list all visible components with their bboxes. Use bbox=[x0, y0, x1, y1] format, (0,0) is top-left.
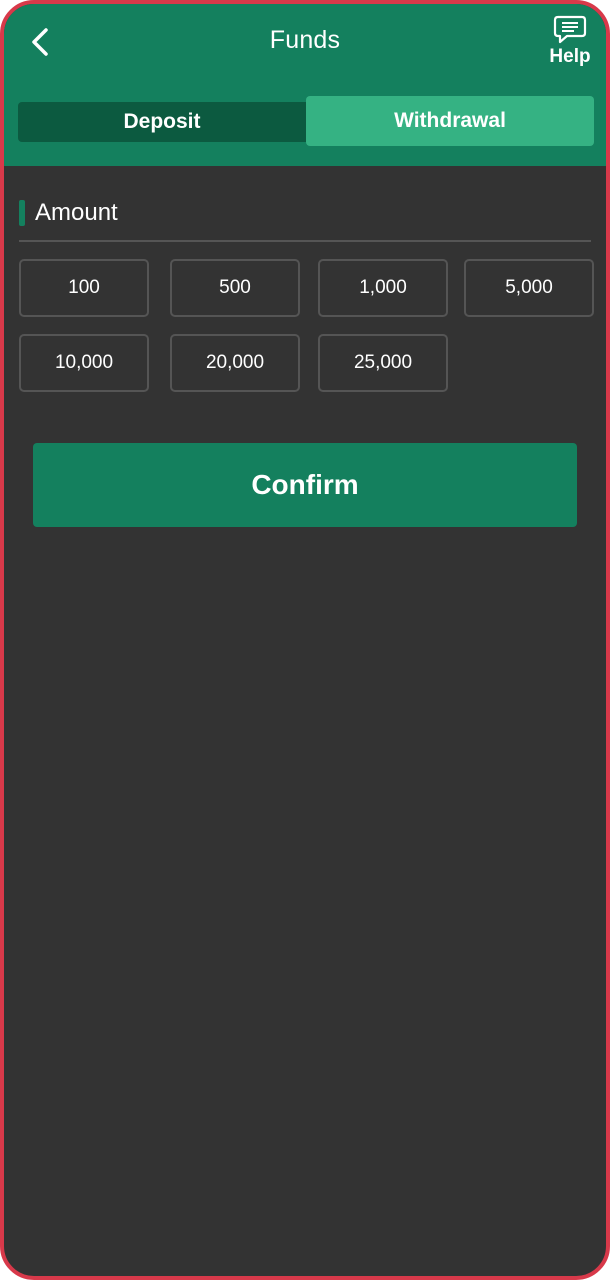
amount-option-value: 10,000 bbox=[54, 352, 114, 373]
confirm-label: Confirm bbox=[251, 469, 359, 500]
amount-option-value: 1,000 bbox=[359, 277, 407, 298]
tab-deposit-label: Deposit bbox=[123, 110, 201, 133]
tab-withdrawal-label: Withdrawal bbox=[394, 109, 506, 132]
amount-option-5000[interactable]: 5,000 bbox=[464, 259, 594, 317]
amount-option-25000[interactable]: 25,000 bbox=[318, 334, 448, 392]
chat-bubble-icon bbox=[553, 15, 587, 44]
phone-frame: Funds Help Deposit Withdrawal Amount 100… bbox=[0, 0, 610, 1280]
withdrawal-content: Amount 100 500 1,000 5,000 10,000 20,000 bbox=[4, 166, 606, 1276]
amount-option-value: 5,000 bbox=[505, 277, 553, 298]
tab-deposit[interactable]: Deposit bbox=[18, 102, 306, 142]
confirm-button[interactable]: Confirm bbox=[33, 443, 577, 527]
section-accent-bar bbox=[19, 200, 25, 226]
amount-option-1000[interactable]: 1,000 bbox=[318, 259, 448, 317]
help-button[interactable]: Help bbox=[542, 14, 598, 76]
amount-label: Amount bbox=[35, 199, 118, 226]
amount-option-100[interactable]: 100 bbox=[19, 259, 149, 317]
amount-section-header: Amount bbox=[19, 198, 118, 228]
amount-option-value: 100 bbox=[68, 277, 100, 298]
page-title: Funds bbox=[269, 26, 341, 54]
amount-option-20000[interactable]: 20,000 bbox=[170, 334, 300, 392]
amount-option-10000[interactable]: 10,000 bbox=[19, 334, 149, 392]
header-bar: Funds Help Deposit Withdrawal bbox=[4, 4, 606, 166]
amount-option-500[interactable]: 500 bbox=[170, 259, 300, 317]
amount-option-value: 25,000 bbox=[353, 352, 413, 373]
amount-option-value: 20,000 bbox=[205, 352, 265, 373]
tab-withdrawal[interactable]: Withdrawal bbox=[306, 96, 594, 146]
help-label: Help bbox=[549, 46, 591, 67]
divider bbox=[19, 240, 591, 242]
amount-option-value: 500 bbox=[219, 277, 251, 298]
funds-tabs: Deposit Withdrawal bbox=[18, 96, 594, 146]
